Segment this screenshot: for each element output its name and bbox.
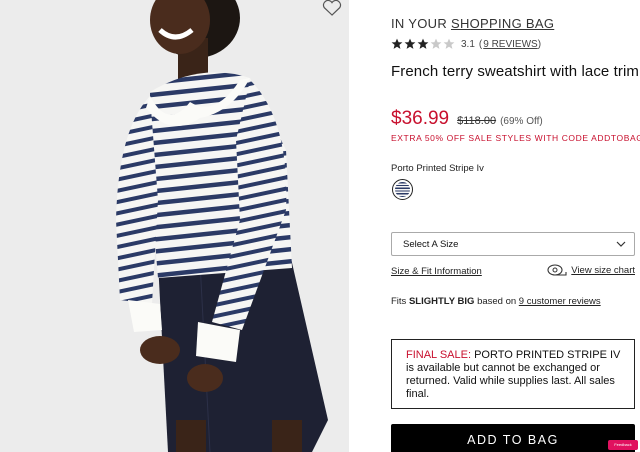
shopping-bag-notice: IN YOUR SHOPPING BAG [391,16,554,31]
sale-price: $36.99 [391,108,450,129]
size-select-label: Select A Size [403,239,459,250]
star-icon [430,38,442,49]
add-to-bag-button[interactable]: ADD TO BAG [391,424,635,452]
chevron-down-icon [616,241,626,247]
final-sale-label: FINAL SALE: [406,349,472,361]
star-icon [417,38,429,49]
original-price: $118.00 [457,115,497,127]
product-title: French terry sweatshirt with lace trim [391,63,640,80]
discount-percent: (69% Off) [500,116,543,127]
price-row: $36.99 $118.00 (69% Off) [391,108,543,130]
final-sale-notice: FINAL SALE: PORTO PRINTED STRIPE IV is a… [391,339,635,409]
product-info-panel: IN YOUR SHOPPING BAG 3.1 (9 REVIEWS) Fre… [391,0,640,452]
fit-value: SLIGHTLY BIG [408,296,475,307]
size-select-dropdown[interactable]: Select A Size [391,232,635,256]
reviews-paren-close: ) [537,38,542,50]
reviews-link[interactable]: 9 REVIEWS [483,39,537,50]
size-chart-label: View size chart [571,264,635,276]
rating-value: 3.1 [461,38,475,50]
color-name: Porto Printed Stripe Iv [391,163,484,174]
view-size-chart-link[interactable]: View size chart [547,264,635,276]
reviews-paren-open: ( [478,38,483,50]
heart-outline-icon[interactable] [322,0,342,16]
fit-middle: based on [477,296,517,307]
star-icon [443,38,455,49]
shopping-bag-link[interactable]: SHOPPING BAG [451,16,554,31]
fit-prefix: Fits [391,296,407,307]
star-rating [391,38,455,50]
promo-message: EXTRA 50% OFF SALE STYLES WITH CODE ADDT… [391,133,640,143]
fit-summary: Fits SLIGHTLY BIG based on 9 customer re… [391,296,601,307]
model-illustration [0,0,349,452]
star-icon [404,38,416,49]
rating-row[interactable]: 3.1 (9 REVIEWS) [391,37,541,51]
feedback-tab[interactable]: Feedback [608,440,638,450]
tape-measure-icon [547,264,567,276]
color-swatch-porto-stripe[interactable] [392,179,413,200]
star-icon [391,38,403,49]
product-image [0,0,349,452]
customer-reviews-link[interactable]: 9 customer reviews [519,296,601,307]
size-fit-info-link[interactable]: Size & Fit Information [391,266,482,277]
stripe-swatch-icon [395,182,410,197]
kicker-prefix: IN YOUR [391,16,448,31]
